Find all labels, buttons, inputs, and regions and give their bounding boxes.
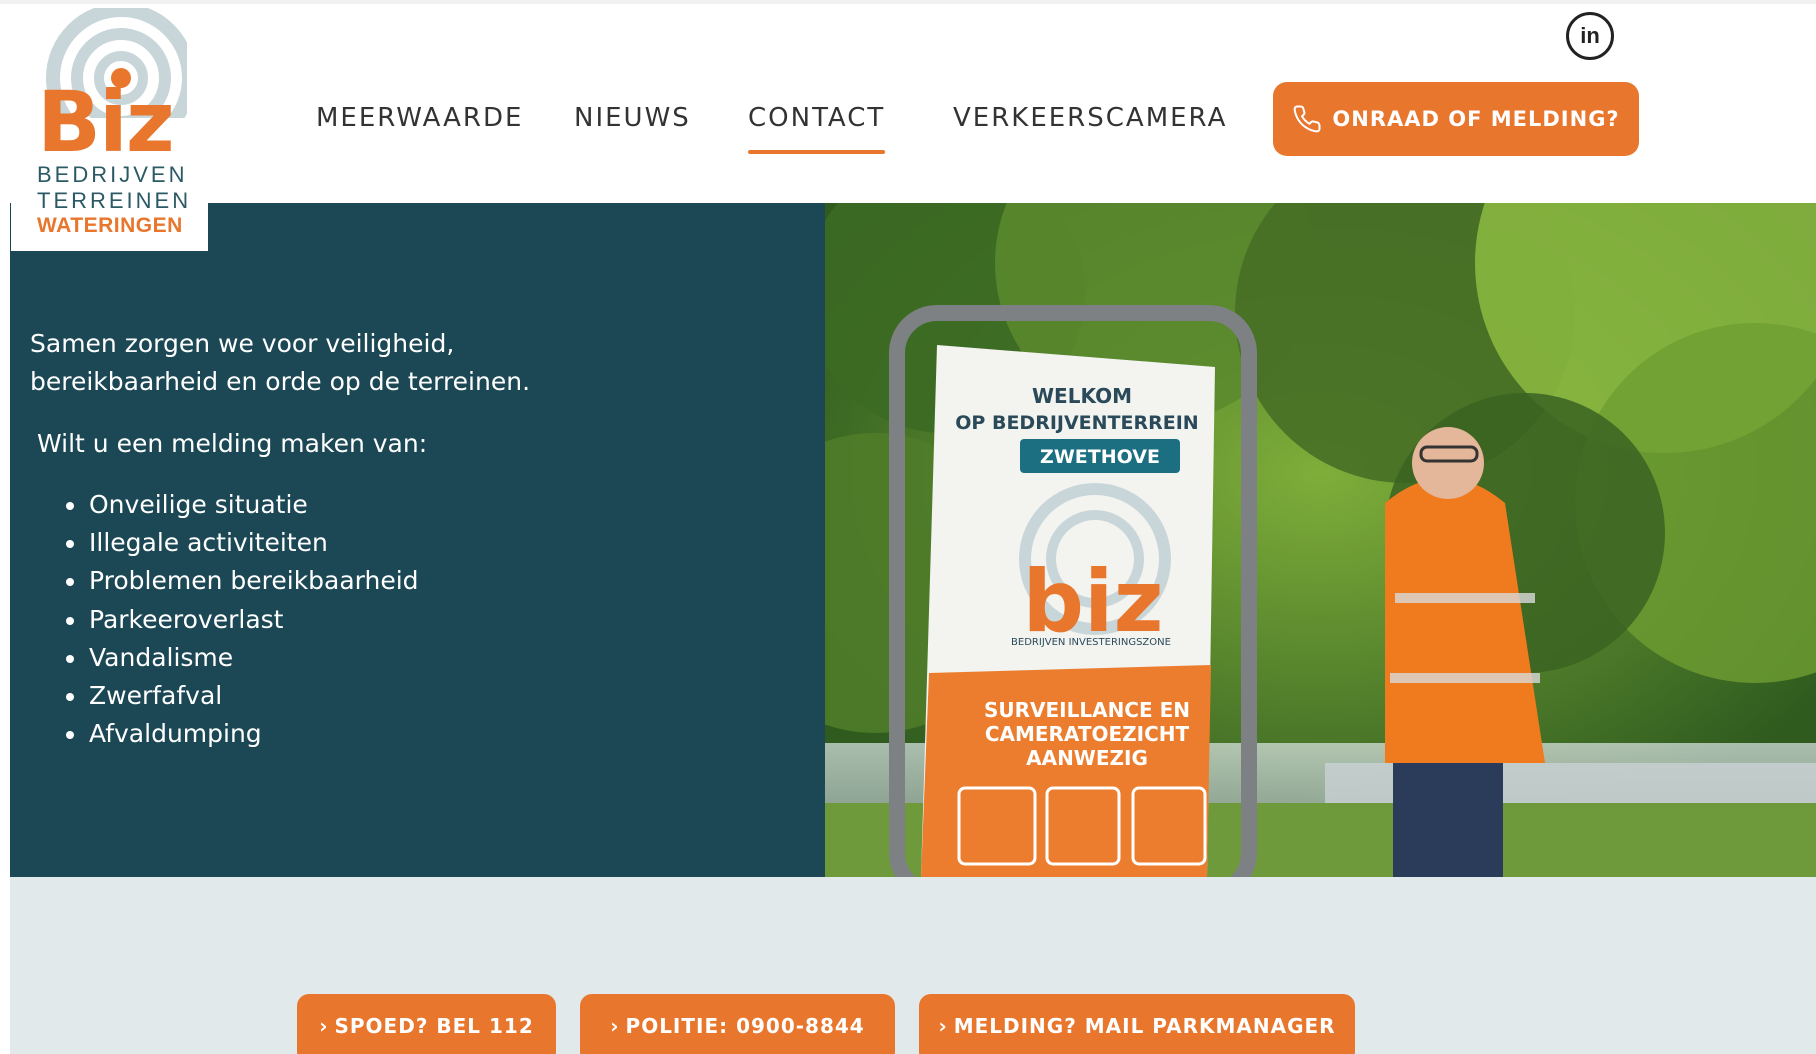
hero-photo-illustration: WELKOM OP BEDRIJVENTERREIN ZWETHOVE biz … <box>825 203 1816 877</box>
list-item: Vandalisme <box>66 639 419 677</box>
sign-line-1: WELKOM <box>1032 384 1132 408</box>
list-item: Onveilige situatie <box>66 486 419 524</box>
logo-brand: Biz <box>37 73 175 171</box>
sign-bottom-3: AANWEZIG <box>1026 746 1148 770</box>
site-header: Biz BEDRIJVEN TERREINEN WATERINGEN MEERW… <box>0 0 1816 251</box>
sign-bottom-1: SURVEILLANCE EN <box>984 698 1190 722</box>
list-item: Zwerfafval <box>66 677 419 715</box>
report-button-label: ONRAAD OF MELDING? <box>1332 107 1620 131</box>
mail-parkmanager-label: MELDING? MAIL PARKMANAGER <box>953 1014 1336 1038</box>
nav-item-nieuws[interactable]: NIEUWS <box>574 100 691 136</box>
nav-item-verkeerscamera[interactable]: VERKEERSCAMERA <box>953 100 1227 136</box>
report-topics-list: Onveilige situatie Illegale activiteiten… <box>66 486 419 753</box>
sign-sub: BEDRIJVEN INVESTERINGSZONE <box>1011 637 1171 648</box>
sign-line-2: OP BEDRIJVENTERREIN <box>955 412 1198 434</box>
list-item: Problemen bereikbaarheid <box>66 562 419 600</box>
call-112-label: SPOED? BEL 112 <box>334 1014 534 1038</box>
actions-band <box>10 877 1816 1054</box>
hero-prompt-text: Wilt u een melding maken van: <box>37 429 428 458</box>
police-number-button[interactable]: › POLITIE: 0900-8844 <box>580 994 895 1054</box>
list-item: Parkeeroverlast <box>66 601 419 639</box>
call-112-button[interactable]: › SPOED? BEL 112 <box>297 994 556 1054</box>
hero-intro-text: Samen zorgen we voor veiligheid, bereikb… <box>30 329 531 396</box>
mail-parkmanager-button[interactable]: › MELDING? MAIL PARKMANAGER <box>919 994 1355 1054</box>
linkedin-icon[interactable]: in <box>1566 12 1614 60</box>
phone-icon <box>1294 105 1321 133</box>
hero-photo: WELKOM OP BEDRIJVENTERREIN ZWETHOVE biz … <box>825 203 1816 877</box>
site-logo[interactable]: Biz BEDRIJVEN TERREINEN WATERINGEN <box>11 8 208 251</box>
list-item: Illegale activiteiten <box>66 524 419 562</box>
report-button[interactable]: ONRAAD OF MELDING? <box>1273 82 1639 156</box>
logo-line-2: TERREINEN <box>37 188 192 213</box>
sign-bottom-2: CAMERATOEZICHT <box>985 722 1190 746</box>
chevron-right-icon: › <box>938 1014 948 1038</box>
list-item: Afvaldumping <box>66 715 419 753</box>
logo-line-1: BEDRIJVEN <box>37 162 188 187</box>
nav-item-contact[interactable]: CONTACT <box>748 100 886 154</box>
nav-item-meerwaarde[interactable]: MEERWAARDE <box>316 100 523 136</box>
chevron-right-icon: › <box>610 1014 620 1038</box>
police-number-label: POLITIE: 0900-8844 <box>625 1014 865 1038</box>
sign-banner: ZWETHOVE <box>1040 446 1160 468</box>
logo-line-3: WATERINGEN <box>37 214 183 237</box>
chevron-right-icon: › <box>319 1014 329 1038</box>
